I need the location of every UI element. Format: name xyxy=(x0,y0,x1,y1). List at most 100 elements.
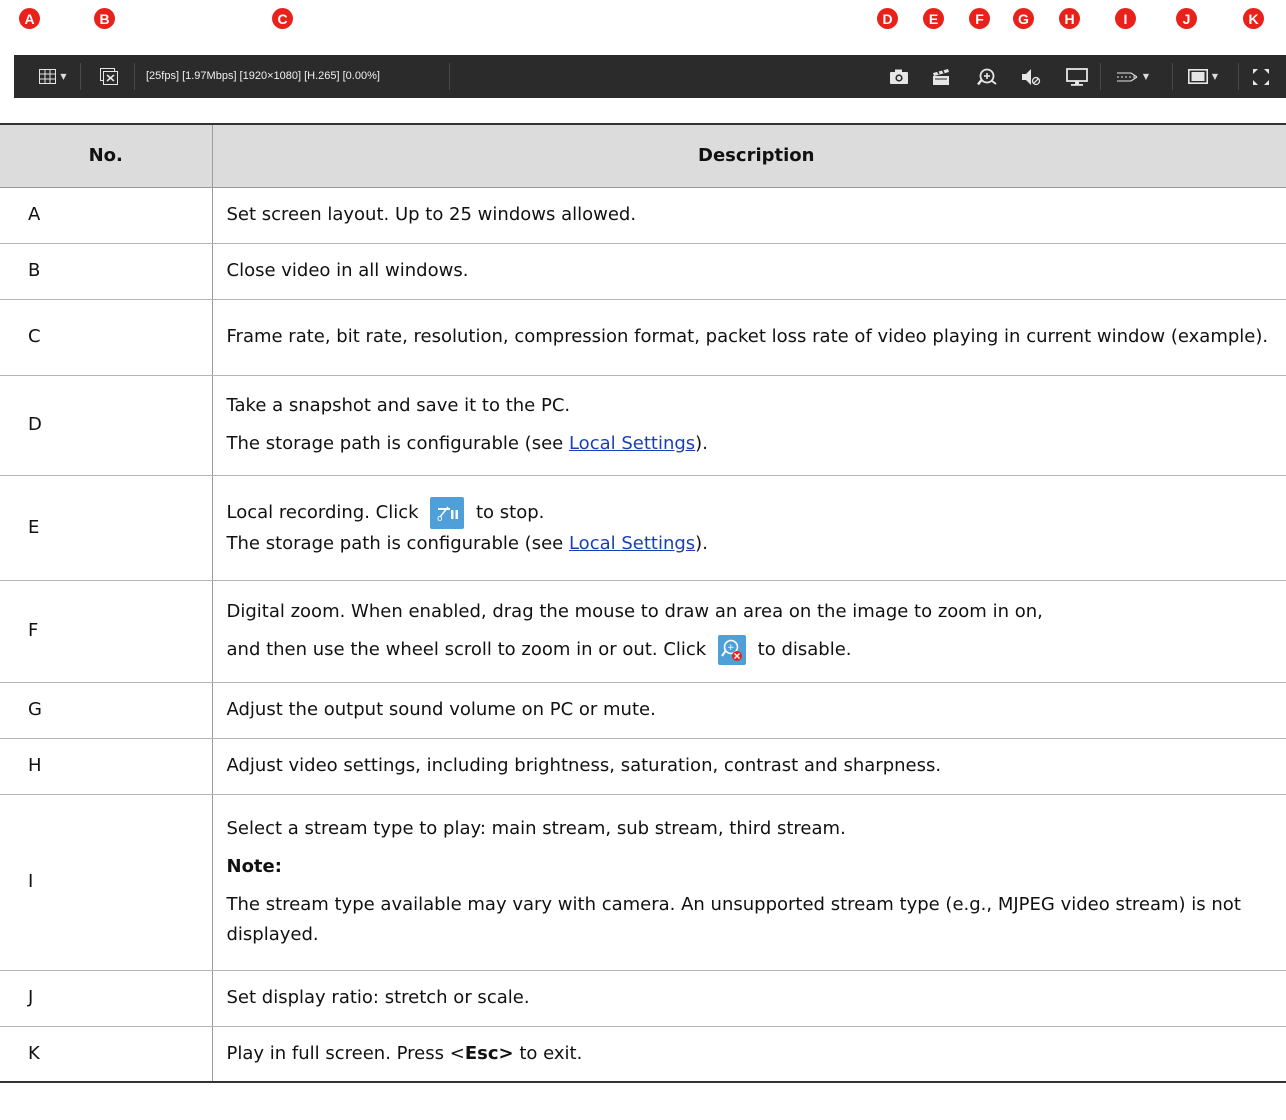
sound-button[interactable] xyxy=(1018,55,1044,98)
close-all-button[interactable] xyxy=(94,55,124,98)
marker-e: E xyxy=(923,8,944,29)
description-text: to disable. xyxy=(751,639,852,660)
row-description: Adjust video settings, including brightn… xyxy=(212,738,1286,795)
row-no: C xyxy=(0,299,213,376)
local-settings-link[interactable]: Local Settings xyxy=(569,433,695,454)
row-no: B xyxy=(0,243,213,300)
table-row: K Play in full screen. Press <Esc> to ex… xyxy=(0,1026,1286,1083)
row-no: A xyxy=(0,187,213,244)
description-text: Local recording. Click xyxy=(226,501,425,523)
row-description: Close video in all windows. xyxy=(212,243,1286,300)
record-button[interactable] xyxy=(928,55,954,98)
video-settings-button[interactable] xyxy=(1062,55,1092,98)
snapshot-button[interactable] xyxy=(886,55,912,98)
ratio-caret-icon: ▼ xyxy=(1211,72,1219,81)
header-no: No. xyxy=(0,123,213,188)
clapperboard-icon xyxy=(933,68,949,85)
row-description: Set screen layout. Up to 25 windows allo… xyxy=(212,187,1286,244)
digital-zoom-button[interactable] xyxy=(974,55,1000,98)
header-description: Description xyxy=(212,123,1286,188)
row-no: G xyxy=(0,682,213,739)
row-no: D xyxy=(0,375,213,476)
layout-button[interactable]: ▼ xyxy=(30,55,76,98)
marker-d: D xyxy=(877,8,898,29)
row-description: Adjust the output sound volume on PC or … xyxy=(212,682,1286,739)
marker-g: G xyxy=(1013,8,1034,29)
row-description: Frame rate, bit rate, resolution, compre… xyxy=(212,299,1286,376)
fullscreen-button[interactable] xyxy=(1248,55,1274,98)
row-description: Take a snapshot and save it to the PC. T… xyxy=(212,375,1286,476)
toolbar-divider xyxy=(80,63,81,90)
close-all-icon xyxy=(100,68,118,85)
stream-icon xyxy=(1116,71,1138,82)
row-no: H xyxy=(0,738,213,795)
local-settings-link[interactable]: Local Settings xyxy=(569,533,695,554)
description-line: Local recording. Click o to stop. xyxy=(226,496,1273,529)
row-no: I xyxy=(0,794,213,971)
description-line: Digital zoom. When enabled, drag the mou… xyxy=(226,601,1043,622)
description-text: to stop. xyxy=(470,501,545,523)
toolbar-divider xyxy=(1172,63,1173,90)
note-label: Note: xyxy=(226,856,282,877)
marker-j: J xyxy=(1176,8,1197,29)
zoom-icon xyxy=(977,68,997,85)
video-toolbar: ▼ [25fps] [1.97Mbps] [1920×1080] [H.265]… xyxy=(14,55,1286,98)
table-row: F Digital zoom. When enabled, drag the m… xyxy=(0,580,1286,683)
table-row: J Set display ratio: stretch or scale. xyxy=(0,970,1286,1027)
table-row: H Adjust video settings, including brigh… xyxy=(0,738,1286,795)
marker-h: H xyxy=(1059,8,1080,29)
description-line: Select a stream type to play: main strea… xyxy=(226,818,846,839)
table-row: E Local recording. Click o to stop. The … xyxy=(0,475,1286,581)
stream-type-button[interactable]: ▼ xyxy=(1108,55,1158,98)
disable-zoom-icon: + xyxy=(717,635,746,665)
toolbar-divider xyxy=(449,63,450,90)
fullscreen-icon xyxy=(1253,68,1269,85)
toolbar-divider xyxy=(1238,63,1239,90)
toolbar-divider xyxy=(134,63,135,90)
description-text: ). xyxy=(695,532,708,554)
table-header-row: No. Description xyxy=(0,123,1286,188)
description-line: The storage path is configurable (see Lo… xyxy=(227,429,1273,459)
description-text: ). xyxy=(695,433,708,454)
marker-i: I xyxy=(1115,8,1136,29)
description-line: and then use the wheel scroll to zoom in… xyxy=(227,635,1273,665)
layout-caret-icon: ▼ xyxy=(60,72,67,81)
table-row: I Select a stream type to play: main str… xyxy=(0,794,1286,971)
row-no: F xyxy=(0,580,213,683)
stream-stats: [25fps] [1.97Mbps] [1920×1080] [H.265] [… xyxy=(146,70,380,82)
row-description: Digital zoom. When enabled, drag the mou… xyxy=(212,580,1286,683)
camera-icon xyxy=(890,69,908,84)
table-row: G Adjust the output sound volume on PC o… xyxy=(0,682,1286,739)
table-row: C Frame rate, bit rate, resolution, comp… xyxy=(0,299,1286,376)
description-text: and then use the wheel scroll to zoom in… xyxy=(226,639,712,660)
row-description: Local recording. Click o to stop. The st… xyxy=(212,475,1286,581)
esc-key-label: Esc> xyxy=(464,1042,514,1064)
row-no: J xyxy=(0,970,213,1027)
description-text: Play in full screen. Press < xyxy=(226,1042,465,1064)
display-ratio-icon xyxy=(1187,69,1208,84)
toolbar-divider xyxy=(1100,63,1101,90)
layout-grid-icon xyxy=(39,69,57,84)
marker-b: B xyxy=(94,8,115,29)
row-no: K xyxy=(0,1026,213,1083)
row-no: E xyxy=(0,475,213,581)
row-description: Select a stream type to play: main strea… xyxy=(212,794,1286,971)
marker-f: F xyxy=(969,8,990,29)
speaker-icon xyxy=(1022,68,1041,85)
description-text: to exit. xyxy=(513,1042,583,1064)
description-line: Take a snapshot and save it to the PC. xyxy=(226,395,571,416)
description-line: The storage path is configurable (see Lo… xyxy=(227,529,1273,559)
description-table: No. Description A Set screen layout. Up … xyxy=(0,123,1286,1083)
description-text: The storage path is configurable (see xyxy=(226,433,569,454)
table-row: A Set screen layout. Up to 25 windows al… xyxy=(0,187,1286,244)
display-ratio-button[interactable]: ▼ xyxy=(1178,55,1228,98)
stream-caret-icon: ▼ xyxy=(1142,72,1150,81)
note-text: The stream type available may vary with … xyxy=(226,894,1241,945)
table-row: B Close video in all windows. xyxy=(0,243,1286,300)
marker-k: K xyxy=(1243,8,1264,29)
marker-a: A xyxy=(19,8,40,29)
marker-c: C xyxy=(272,8,293,29)
monitor-icon xyxy=(1066,67,1088,86)
row-description: Set display ratio: stretch or scale. xyxy=(212,970,1286,1027)
row-description: Play in full screen. Press <Esc> to exit… xyxy=(212,1026,1286,1083)
